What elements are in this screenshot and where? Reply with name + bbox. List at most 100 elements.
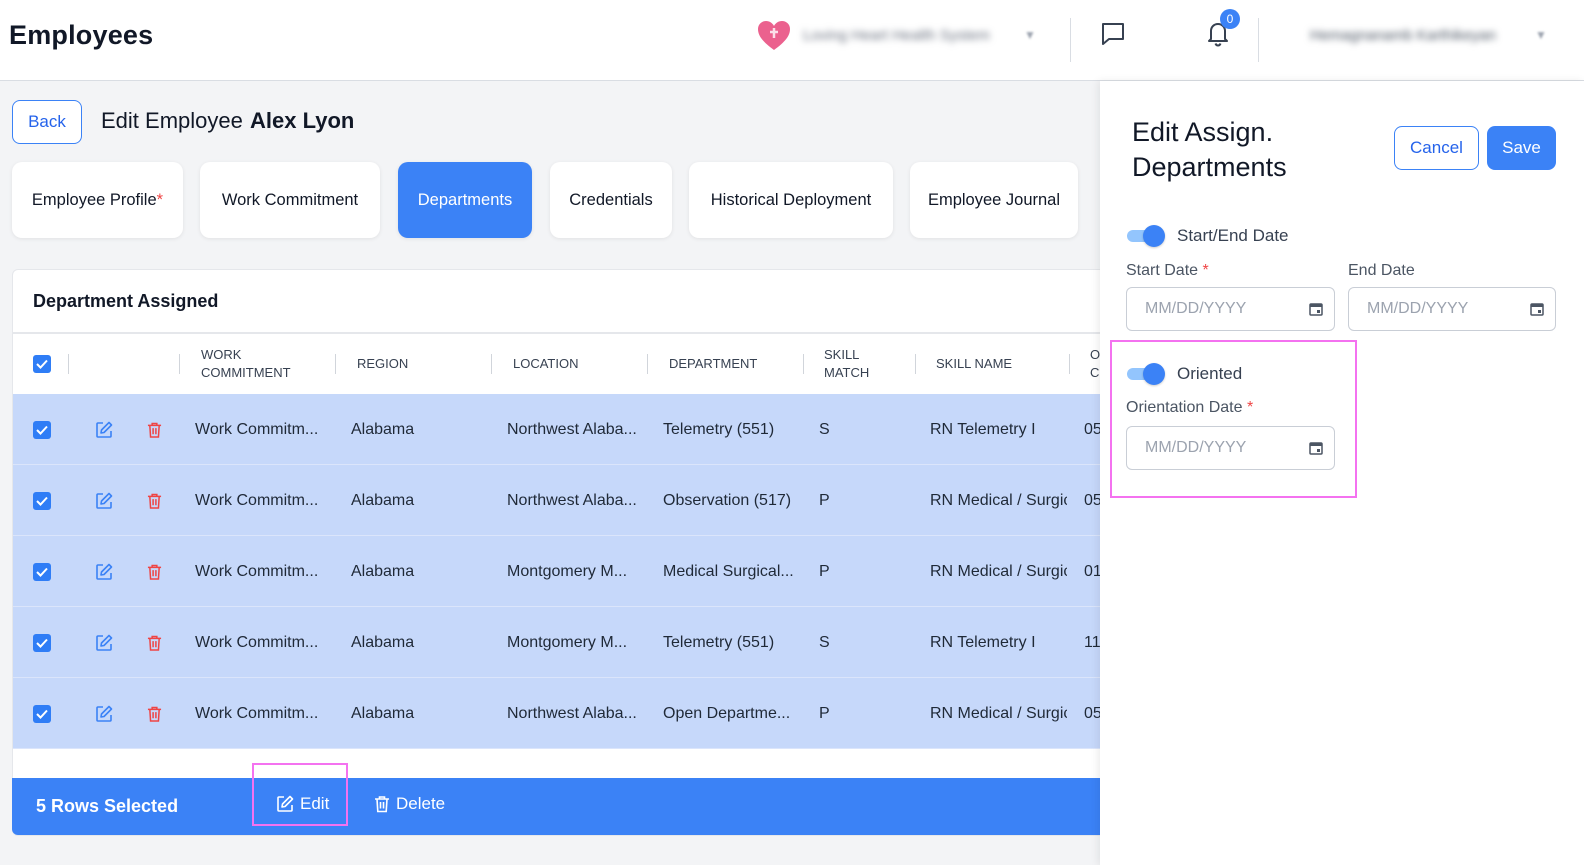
tab-employee-profile[interactable]: Employee Profile * [12, 162, 183, 238]
edit-employee-label: Edit Employee [101, 108, 243, 133]
selection-bar: 5 Rows Selected Edit Delete [12, 778, 1112, 835]
table-row[interactable]: Work Commitm... Alabama Northwest Alaba...… [13, 465, 1111, 536]
start-end-date-label: Start/End Date [1177, 226, 1289, 245]
divider [1070, 18, 1071, 62]
tab-historical-deployment[interactable]: Historical Deployment [689, 162, 893, 238]
edit-icon[interactable] [95, 536, 113, 607]
end-date-label: End Date [1348, 262, 1415, 279]
cell-skill-match: S [819, 420, 830, 438]
tab-work-commitment[interactable]: Work Commitment [200, 162, 380, 238]
organization-selector[interactable]: Loving Heart Health System [803, 27, 990, 44]
column-separator [803, 354, 804, 374]
calendar-icon[interactable] [1529, 301, 1545, 317]
cell-location: Northwest Alaba... [507, 704, 637, 722]
cell-region: Alabama [351, 562, 415, 580]
row-checkbox[interactable] [33, 394, 51, 465]
tab-label: Departments [417, 190, 513, 209]
department-assigned-card: Department Assigned WORK COMMITMENT REGIO… [12, 269, 1112, 836]
tab-label: Employee Profile [31, 190, 157, 209]
cell-location: Northwest Alaba... [507, 491, 637, 509]
bulk-delete-button[interactable]: Delete [374, 794, 445, 814]
cell-work-commitment: Work Commitm... [195, 420, 319, 438]
trash-icon[interactable] [147, 394, 162, 465]
cell-skill-name: RN Telemetry I [930, 633, 1036, 651]
cell-skill-name: RN Medical / Surgica [930, 562, 1067, 580]
select-all-checkbox[interactable] [33, 334, 51, 394]
table-header: WORK COMMITMENT REGION LOCATION DEPARTMEN… [13, 334, 1111, 394]
row-checkbox[interactable] [33, 465, 51, 536]
oriented-highlight-box [1110, 340, 1357, 498]
cell-region: Alabama [351, 420, 415, 438]
cell-work-commitment: Work Commitm... [195, 491, 319, 509]
rows-selected-count: 5 Rows Selected [36, 796, 179, 816]
trash-icon[interactable] [147, 465, 162, 536]
table-row[interactable]: Work Commitm... Alabama Northwest Alaba...… [13, 678, 1111, 749]
start-date-label: Start Date * [1126, 262, 1209, 279]
trash-icon[interactable] [147, 607, 162, 678]
end-date-field[interactable] [1348, 287, 1556, 331]
edit-icon[interactable] [95, 678, 113, 749]
row-checkbox[interactable] [33, 607, 51, 678]
edit-icon[interactable] [95, 394, 113, 465]
checkbox-checked-icon [33, 562, 51, 581]
back-button[interactable]: Back [12, 100, 82, 144]
table-row[interactable]: Work Commitm... Alabama Northwest Alaba...… [13, 394, 1111, 465]
column-separator [491, 354, 492, 374]
column-separator [179, 354, 180, 374]
column-header-skill-name[interactable]: SKILL NAME [936, 334, 1012, 394]
divider [1258, 18, 1259, 62]
chevron-down-icon[interactable]: ▼ [1535, 28, 1547, 42]
user-menu[interactable]: Hemagnanamb Karthikeyan [1310, 27, 1496, 44]
column-separator [647, 354, 648, 374]
column-header-location[interactable]: LOCATION [513, 334, 579, 394]
save-button[interactable]: Save [1487, 126, 1556, 170]
column-header-region[interactable]: REGION [357, 334, 408, 394]
cell-skill-match: P [819, 491, 830, 509]
edit-highlight-box [252, 763, 348, 826]
page-title: Employees [9, 20, 154, 50]
edit-icon[interactable] [95, 465, 113, 536]
column-header-work-commitment[interactable]: WORK COMMITMENT [201, 334, 291, 394]
cell-skill-name: RN Medical / Surgica [930, 491, 1067, 509]
cell-work-commitment: Work Commitm... [195, 704, 319, 722]
column-header-cut-off[interactable]: OC [1090, 334, 1100, 394]
cell-work-commitment: Work Commitm... [195, 562, 319, 580]
required-mark: * [156, 190, 164, 209]
trash-icon[interactable] [147, 536, 162, 607]
cell-department: Telemetry (551) [663, 420, 775, 438]
calendar-icon[interactable] [1308, 301, 1324, 317]
cell-region: Alabama [351, 491, 415, 509]
notification-badge: 0 [1220, 9, 1240, 29]
tab-departments[interactable]: Departments [398, 162, 532, 238]
chevron-down-icon[interactable]: ▼ [1024, 28, 1036, 42]
column-header-department[interactable]: DEPARTMENT [669, 334, 757, 394]
cell-skill-match: S [819, 633, 830, 651]
cell-skill-match: P [819, 562, 830, 580]
tab-credentials[interactable]: Credentials [550, 162, 672, 238]
end-date-input[interactable] [1349, 288, 1555, 330]
column-header-skill-match[interactable]: SKILL MATCH [824, 334, 869, 394]
cell-region: Alabama [351, 633, 415, 651]
cell-region: Alabama [351, 704, 415, 722]
table-row[interactable]: Work Commitm... Alabama Montgomery M... Tel… [13, 607, 1111, 678]
tab-employee-journal[interactable]: Employee Journal [910, 162, 1078, 238]
cell-work-commitment: Work Commitm... [195, 633, 319, 651]
table-row[interactable]: Work Commitm... Alabama Montgomery M... Med… [13, 536, 1111, 607]
top-header: Employees Loving Heart Health System ▼ 0… [0, 0, 1584, 81]
checkbox-checked-icon [33, 633, 51, 652]
employee-name: Alex Lyon [250, 108, 355, 133]
trash-icon [375, 796, 389, 813]
trash-icon[interactable] [147, 678, 162, 749]
chat-icon[interactable] [1099, 20, 1127, 48]
start-date-input[interactable] [1127, 288, 1334, 330]
start-date-field[interactable] [1126, 287, 1335, 331]
row-checkbox[interactable] [33, 536, 51, 607]
row-checkbox[interactable] [33, 678, 51, 749]
tab-label: Credentials [569, 190, 653, 209]
cell-location: Montgomery M... [507, 633, 628, 651]
cancel-button[interactable]: Cancel [1394, 126, 1479, 170]
cell-department: Observation (517) [663, 491, 792, 509]
checkbox-checked-icon [33, 704, 51, 723]
edit-icon[interactable] [95, 607, 113, 678]
start-end-date-toggle[interactable] [1127, 225, 1165, 247]
